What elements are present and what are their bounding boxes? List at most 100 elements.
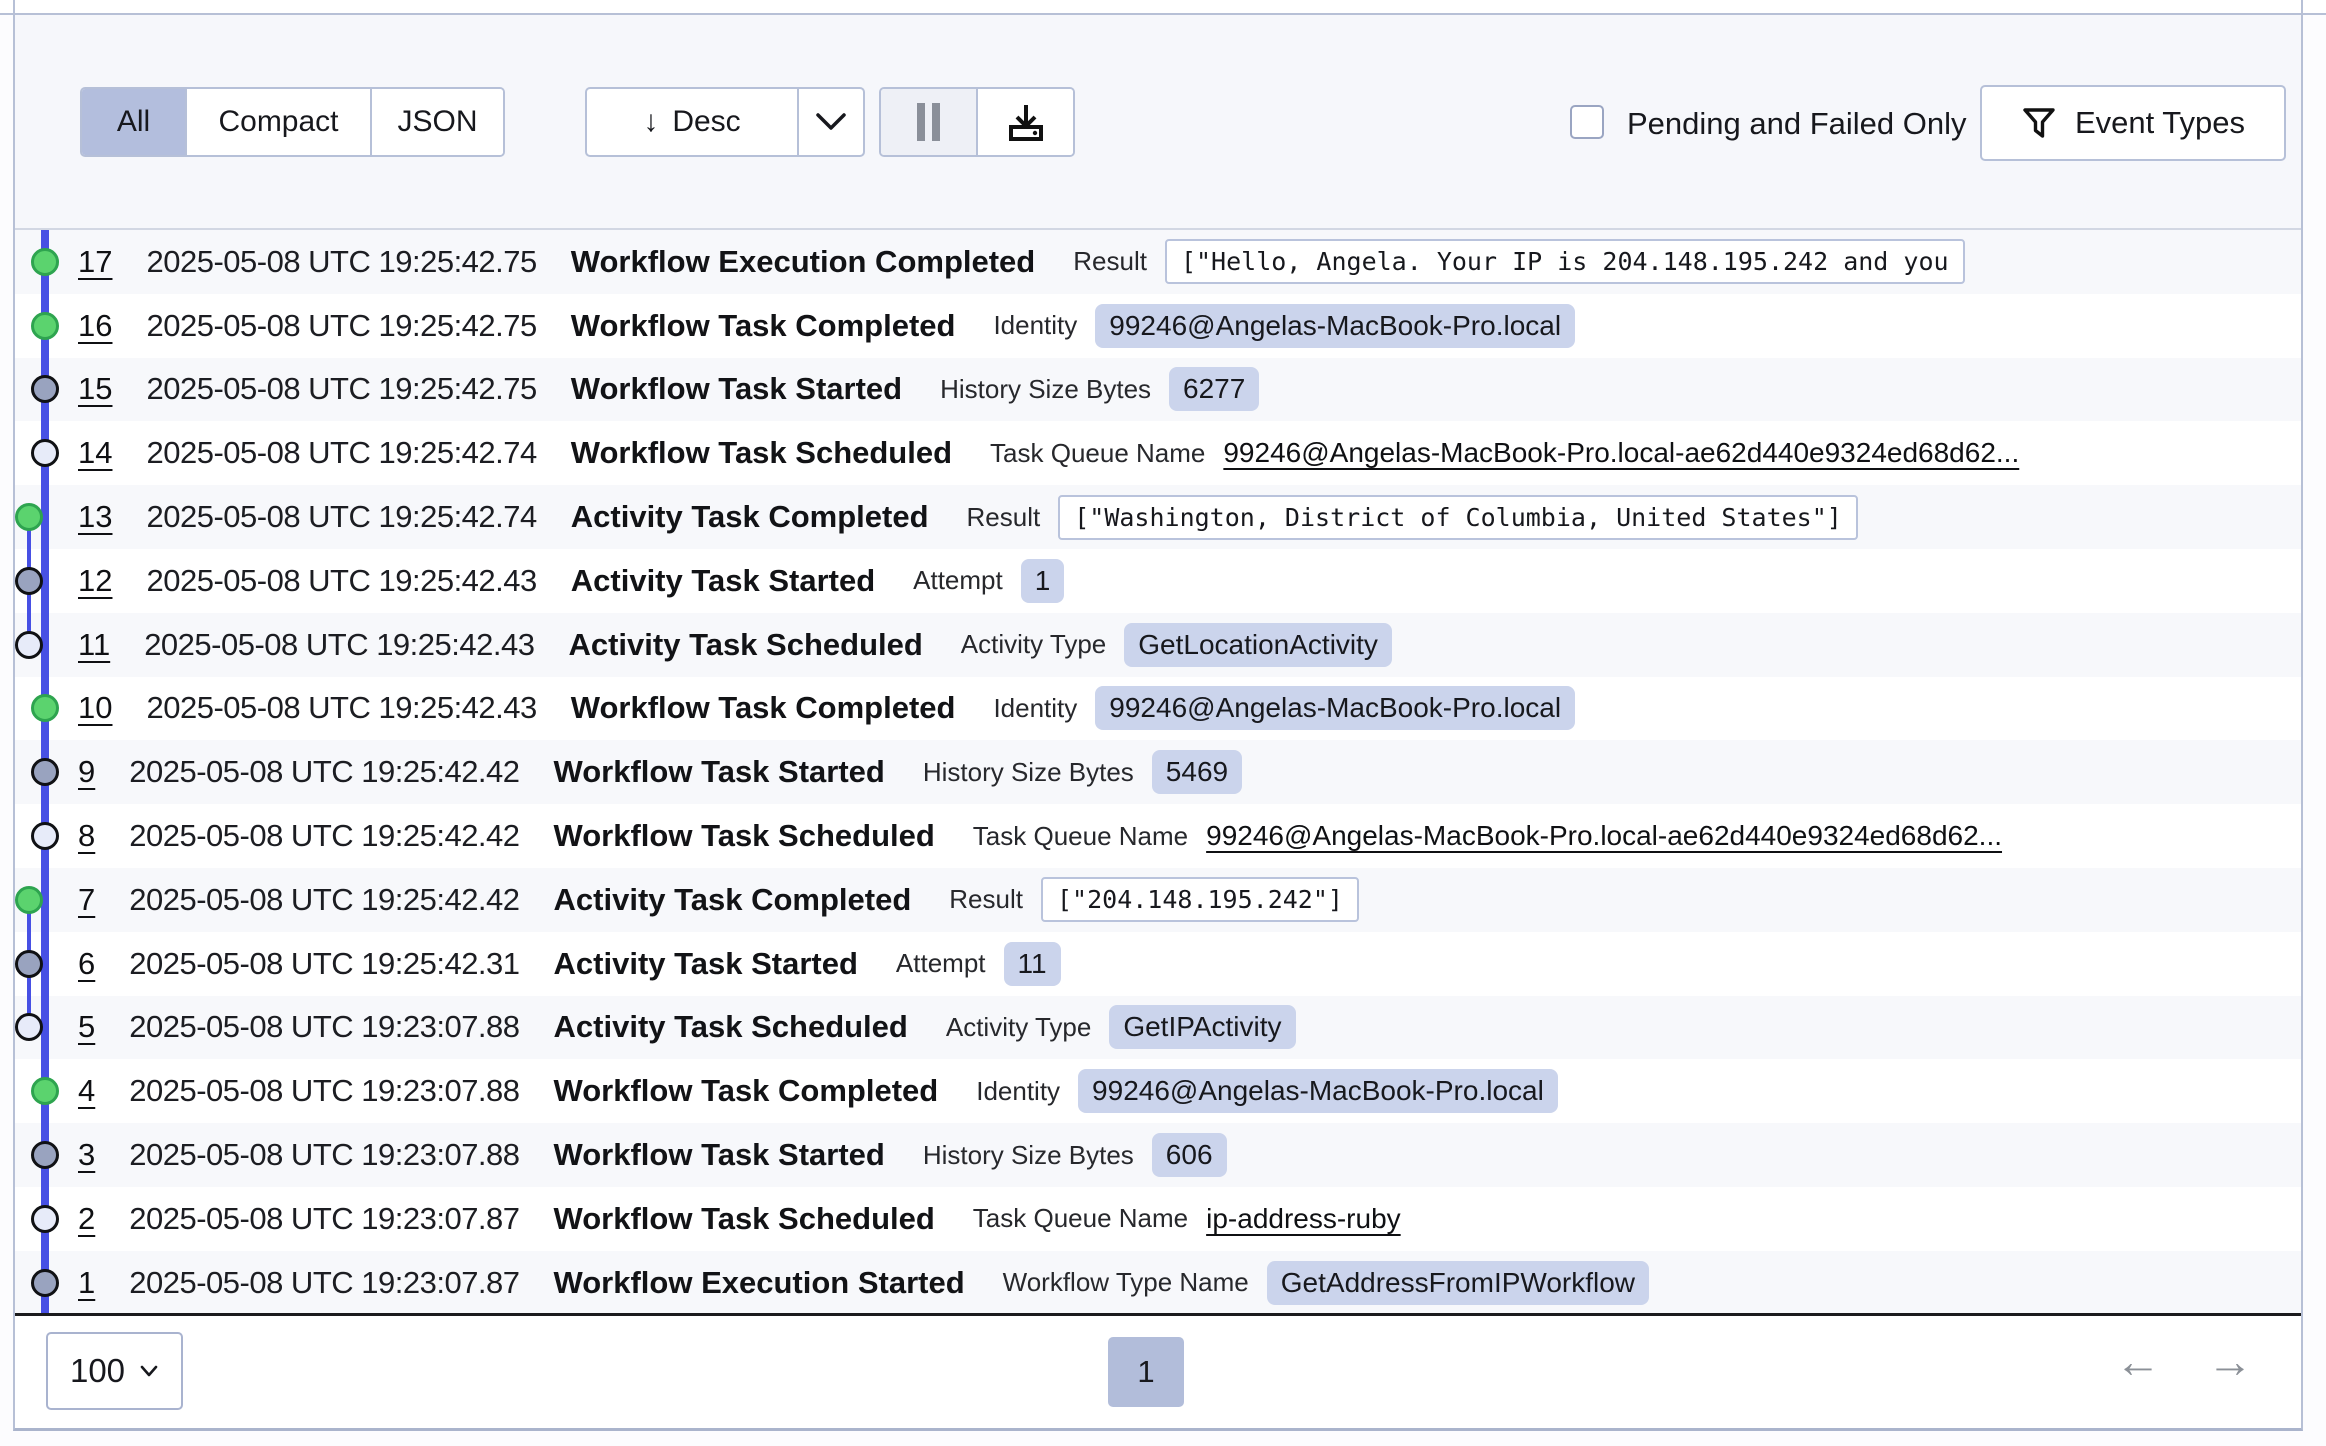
event-id-link[interactable]: 10 — [78, 690, 112, 726]
event-timestamp: 2025-05-08 UTC 19:23:07.87 — [129, 1265, 519, 1301]
timeline-dot — [15, 886, 43, 914]
event-types-button[interactable]: Event Types — [1980, 85, 2286, 161]
event-detail-value: GetAddressFromIPWorkflow — [1267, 1261, 1649, 1305]
event-name: Activity Task Started — [571, 563, 875, 599]
event-detail-value: 99246@Angelas-MacBook-Pro.local — [1095, 304, 1575, 348]
page-size-select[interactable]: 100 — [46, 1332, 183, 1410]
event-row: 15 2025-05-08 UTC 19:25:42.75 Workflow T… — [15, 358, 2301, 422]
event-detail-value: GetIPActivity — [1109, 1005, 1295, 1049]
event-name: Workflow Task Completed — [571, 308, 956, 344]
tab-compact[interactable]: Compact — [187, 89, 372, 155]
event-row: 3 2025-05-08 UTC 19:23:07.88 Workflow Ta… — [15, 1123, 2301, 1187]
event-name: Workflow Execution Completed — [571, 244, 1035, 280]
event-name: Workflow Task Started — [571, 371, 902, 407]
pagination-bar: 100 1 ← → — [15, 1316, 2301, 1428]
event-detail-value[interactable]: ip-address-ruby — [1206, 1203, 1401, 1235]
event-row: 13 2025-05-08 UTC 19:25:42.74 Activity T… — [15, 485, 2301, 549]
tab-json[interactable]: JSON — [372, 89, 503, 155]
timeline-dot — [31, 1205, 59, 1233]
panel-left-edge — [13, 0, 15, 15]
event-detail-label: History Size Bytes — [923, 1140, 1134, 1171]
arrow-down-icon: ↓ — [643, 105, 658, 139]
event-timestamp: 2025-05-08 UTC 19:25:42.74 — [146, 435, 536, 471]
event-detail-value[interactable]: 99246@Angelas-MacBook-Pro.local-ae62d440… — [1206, 820, 2002, 852]
event-id-link[interactable]: 11 — [78, 627, 110, 663]
timeline-dot — [31, 758, 59, 786]
event-detail-value[interactable]: 99246@Angelas-MacBook-Pro.local-ae62d440… — [1223, 437, 2019, 469]
event-id-link[interactable]: 2 — [78, 1201, 95, 1237]
event-id-link[interactable]: 1 — [78, 1265, 95, 1301]
event-detail-label: Result — [949, 884, 1023, 915]
event-row: 6 2025-05-08 UTC 19:25:42.31 Activity Ta… — [15, 932, 2301, 996]
next-page-button[interactable]: → — [2207, 1334, 2253, 1388]
event-timestamp: 2025-05-08 UTC 19:25:42.42 — [129, 882, 519, 918]
event-id-link[interactable]: 8 — [78, 818, 95, 854]
download-button[interactable] — [978, 89, 1073, 155]
event-detail-value: 99246@Angelas-MacBook-Pro.local — [1078, 1069, 1558, 1113]
timeline-dot — [31, 312, 59, 340]
event-name: Workflow Task Completed — [554, 1073, 939, 1109]
event-detail-value: 6277 — [1169, 367, 1259, 411]
event-timestamp: 2025-05-08 UTC 19:25:42.75 — [146, 308, 536, 344]
event-id-link[interactable]: 16 — [78, 308, 112, 344]
current-page-indicator[interactable]: 1 — [1108, 1337, 1184, 1407]
event-detail-value: GetLocationActivity — [1124, 623, 1392, 667]
event-detail-label: Workflow Type Name — [1003, 1267, 1249, 1298]
event-timestamp: 2025-05-08 UTC 19:25:42.43 — [144, 627, 534, 663]
sort-desc-button[interactable]: ↓ Desc — [587, 89, 799, 155]
event-row: 9 2025-05-08 UTC 19:25:42.42 Workflow Ta… — [15, 740, 2301, 804]
playback-download-group — [879, 87, 1075, 157]
event-id-link[interactable]: 7 — [78, 882, 95, 918]
sort-options-dropdown[interactable] — [799, 89, 863, 155]
pending-failed-label: Pending and Failed Only — [1627, 106, 1967, 142]
event-id-link[interactable]: 5 — [78, 1009, 95, 1045]
event-row: 11 2025-05-08 UTC 19:25:42.43 Activity T… — [15, 613, 2301, 677]
event-detail-label: Result — [1073, 246, 1147, 277]
event-row: 4 2025-05-08 UTC 19:23:07.88 Workflow Ta… — [15, 1059, 2301, 1123]
event-detail-value: ["204.148.195.242"] — [1041, 877, 1359, 922]
event-name: Activity Task Completed — [571, 499, 929, 535]
previous-page-button[interactable]: ← — [2115, 1334, 2161, 1388]
event-row: 14 2025-05-08 UTC 19:25:42.74 Workflow T… — [15, 421, 2301, 485]
event-id-link[interactable]: 14 — [78, 435, 112, 471]
event-row: 7 2025-05-08 UTC 19:25:42.42 Activity Ta… — [15, 868, 2301, 932]
event-name: Workflow Execution Started — [554, 1265, 965, 1301]
event-name: Activity Task Started — [554, 946, 858, 982]
event-detail-label: Identity — [993, 693, 1077, 724]
pause-button[interactable] — [881, 89, 978, 155]
event-detail-label: Task Queue Name — [990, 438, 1205, 469]
event-id-link[interactable]: 9 — [78, 754, 95, 790]
event-timestamp: 2025-05-08 UTC 19:25:42.75 — [146, 371, 536, 407]
chevron-down-icon — [814, 111, 848, 133]
event-detail-label: History Size Bytes — [940, 374, 1151, 405]
download-icon — [1005, 101, 1047, 143]
event-id-link[interactable]: 4 — [78, 1073, 95, 1109]
timeline-dot — [15, 567, 43, 595]
event-name: Activity Task Completed — [554, 882, 912, 918]
event-id-link[interactable]: 3 — [78, 1137, 95, 1173]
event-timestamp: 2025-05-08 UTC 19:23:07.87 — [129, 1201, 519, 1237]
event-timestamp: 2025-05-08 UTC 19:25:42.42 — [129, 818, 519, 854]
event-types-label: Event Types — [2075, 105, 2245, 141]
pending-failed-checkbox[interactable] — [1570, 105, 1604, 139]
event-name: Activity Task Scheduled — [554, 1009, 908, 1045]
timeline-dot — [15, 631, 43, 659]
event-name: Workflow Task Completed — [571, 690, 956, 726]
tab-all[interactable]: All — [82, 89, 187, 155]
event-detail-label: Identity — [993, 310, 1077, 341]
event-timestamp: 2025-05-08 UTC 19:23:07.88 — [129, 1009, 519, 1045]
event-id-link[interactable]: 17 — [78, 244, 112, 280]
timeline-dot — [31, 1077, 59, 1105]
timeline-dot — [31, 439, 59, 467]
event-name: Activity Task Scheduled — [568, 627, 922, 663]
event-detail-label: Attempt — [896, 948, 986, 979]
event-name: Workflow Task Scheduled — [554, 818, 935, 854]
event-timestamp: 2025-05-08 UTC 19:25:42.43 — [146, 690, 536, 726]
event-id-link[interactable]: 15 — [78, 371, 112, 407]
event-detail-value: 11 — [1004, 942, 1061, 986]
chevron-down-icon — [139, 1364, 159, 1378]
event-id-link[interactable]: 13 — [78, 499, 112, 535]
event-id-link[interactable]: 6 — [78, 946, 95, 982]
event-detail-value: 5469 — [1152, 750, 1242, 794]
event-id-link[interactable]: 12 — [78, 563, 112, 599]
